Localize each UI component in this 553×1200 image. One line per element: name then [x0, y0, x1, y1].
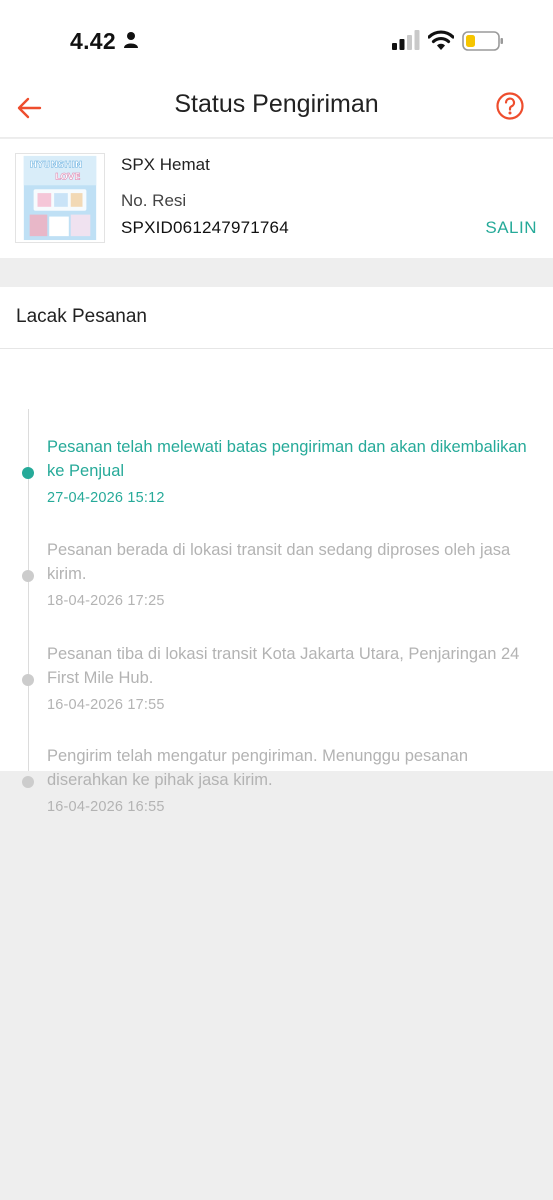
event-description: Pesanan tiba di lokasi transit Kota Jaka…	[47, 645, 520, 687]
timeline-dot	[22, 570, 34, 582]
event-time: 16-04-2026 17:55	[47, 697, 165, 713]
timeline-dot	[22, 776, 34, 788]
person-icon	[124, 32, 138, 48]
event-description: Pesanan telah melewati batas pengiriman …	[47, 438, 527, 480]
shipment-card: HYUNSHIN LOVE SPX Hemat No. Resi SPXID06…	[0, 139, 553, 258]
battery-icon	[462, 31, 503, 51]
thumbnail-text-1: HYUNSHIN	[30, 161, 83, 171]
page-title: Status Pengiriman	[174, 90, 379, 118]
tracking-number-label: No. Resi	[121, 191, 187, 210]
event-description: Pesanan berada di lokasi transit dan sed…	[47, 541, 511, 583]
timeline-dot	[22, 674, 34, 686]
tracking-number: SPXID061247971764	[121, 218, 289, 237]
timeline-dot-active	[22, 467, 34, 479]
wifi-icon	[428, 30, 454, 50]
status-time: 4.42	[70, 28, 116, 54]
event-time: 16-04-2026 16:55	[47, 799, 165, 815]
event-time: 18-04-2026 17:25	[47, 593, 165, 609]
app-header: Status Pengiriman	[0, 80, 553, 138]
event-description: Pengirim telah mengatur pengiriman. Menu…	[47, 747, 469, 789]
copy-button[interactable]: SALIN	[485, 218, 537, 238]
status-bar: 4.42	[0, 0, 553, 80]
event-time: 27-04-2026 15:12	[47, 490, 165, 506]
tracking-section: Lacak Pesanan Pesanan telah melewati bat…	[0, 287, 553, 815]
tracking-title: Lacak Pesanan	[0, 287, 553, 349]
question-circle-icon[interactable]	[495, 91, 525, 121]
page: 4.42 Status Pengiriman HYUNSHIN LOVE SPX…	[0, 0, 553, 1200]
courier-name: SPX Hemat	[121, 155, 210, 174]
product-thumbnail[interactable]: HYUNSHIN LOVE	[15, 153, 105, 243]
timeline-line	[28, 409, 29, 771]
thumbnail-text-2: LOVE	[55, 172, 80, 182]
signal-icon	[392, 30, 420, 50]
